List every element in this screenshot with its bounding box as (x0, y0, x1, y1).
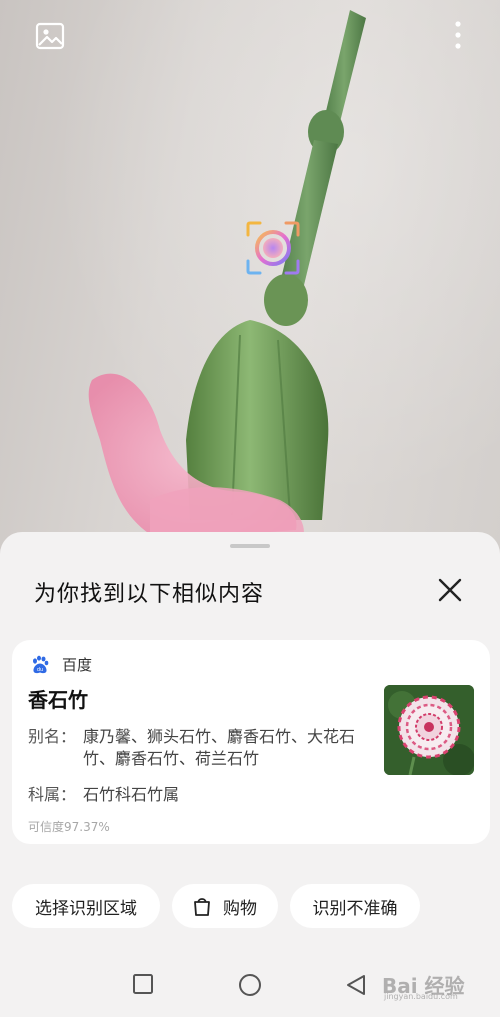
sheet-title: 为你找到以下相似内容 (34, 582, 265, 607)
gallery-icon[interactable] (34, 20, 66, 52)
ai-lens-icon (244, 219, 302, 277)
camera-viewfinder (0, 0, 500, 560)
source-row: du 百度 (30, 654, 92, 675)
home-icon[interactable] (238, 973, 262, 997)
action-chips: 选择识别区域 购物 识别不准确 (12, 884, 420, 928)
baidu-jingyan-watermark: Bai 经验 jingyan.baidu.com (382, 966, 482, 1002)
svg-text:du: du (37, 667, 43, 673)
sheet-drag-handle[interactable] (230, 544, 270, 548)
shopping-bag-icon (194, 898, 210, 916)
alias-value: 康乃馨、狮头石竹、麝香石竹、大花石竹、麝香石竹、荷兰石竹 (83, 727, 356, 768)
watermark-subtext: jingyan.baidu.com (384, 992, 458, 1001)
recent-apps-icon[interactable] (132, 973, 154, 995)
baidu-paw-icon: du (33, 655, 49, 673)
results-sheet: 为你找到以下相似内容 du 百度 香石竹 别名： 康乃馨、狮头石竹、麝香石竹、大… (0, 532, 500, 1017)
back-icon[interactable] (344, 973, 368, 997)
confidence-score: 可信度97.37% (28, 820, 110, 834)
result-thumbnail[interactable] (384, 685, 474, 775)
result-card[interactable]: du 百度 香石竹 别名： 康乃馨、狮头石竹、麝香石竹、大花石竹、麝香石竹、荷兰… (12, 640, 490, 844)
select-region-button[interactable]: 选择识别区域 (12, 884, 160, 928)
shopping-button[interactable]: 购物 (172, 884, 278, 928)
close-icon[interactable] (436, 576, 464, 604)
family-value: 石竹科石竹属 (83, 785, 180, 804)
plant-name: 香石竹 (28, 688, 88, 712)
alias-label: 别名： (28, 727, 77, 746)
more-vertical-icon[interactable] (446, 18, 470, 54)
source-name: 百度 (62, 656, 93, 674)
carnation-stem-photo (88, 10, 366, 545)
alias-field: 别名： 康乃馨、狮头石竹、麝香石竹、大花石竹、麝香石竹、荷兰石竹 (28, 726, 373, 770)
shopping-label: 购物 (223, 898, 257, 919)
family-label: 科属： (28, 785, 77, 804)
family-field: 科属： 石竹科石竹属 (28, 784, 373, 806)
report-inaccurate-button[interactable]: 识别不准确 (290, 884, 420, 928)
select-region-label: 选择识别区域 (35, 898, 137, 919)
inaccurate-label: 识别不准确 (312, 898, 398, 919)
